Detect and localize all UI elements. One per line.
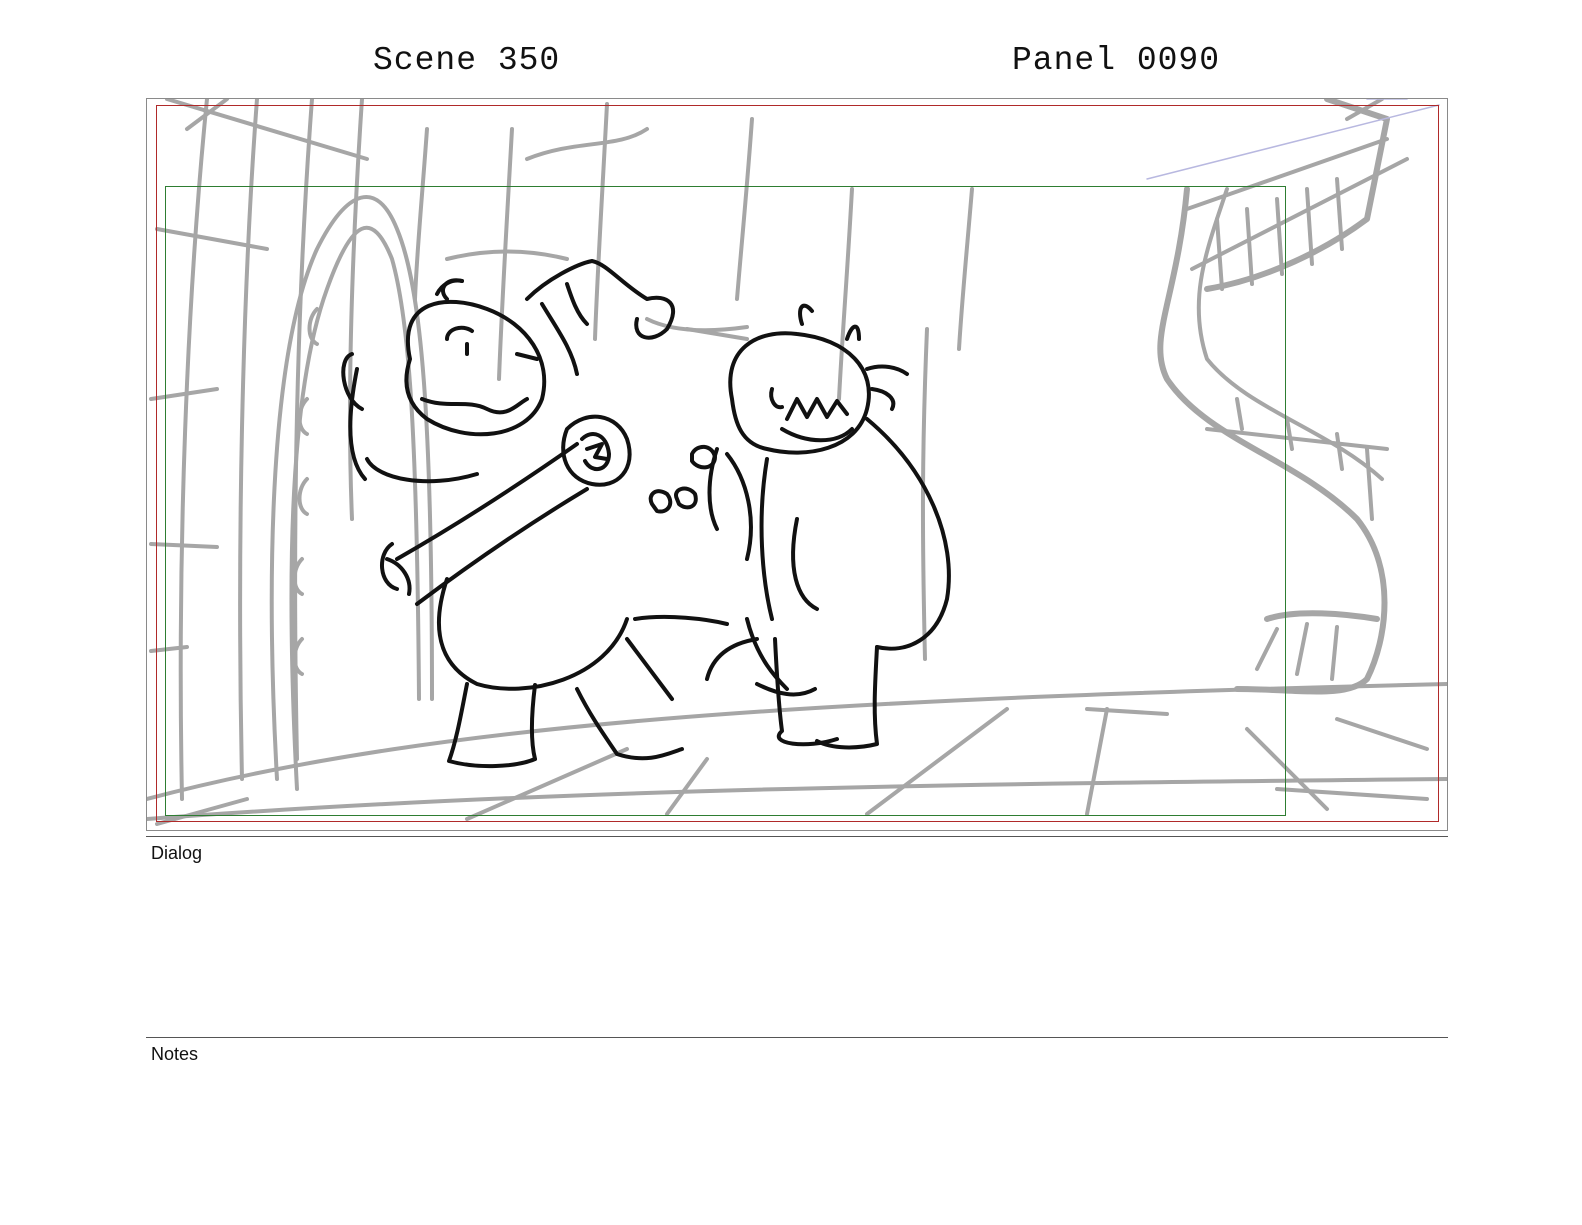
notes-text: [151, 1070, 1441, 1210]
dialog-text: [151, 870, 1441, 1030]
panel-number: Panel 0090: [1012, 42, 1221, 79]
notes-divider: [146, 1037, 1448, 1038]
character-sketch: [341, 259, 951, 769]
dialog-label: Dialog: [151, 843, 203, 863]
dialog-divider: [146, 836, 1448, 837]
background-sketch: [147, 99, 1447, 826]
panel-sketch: [147, 99, 1447, 826]
scene-number: Scene 350: [373, 42, 561, 79]
notes-label: Notes: [151, 1044, 199, 1064]
storyboard-panel: [146, 98, 1448, 831]
